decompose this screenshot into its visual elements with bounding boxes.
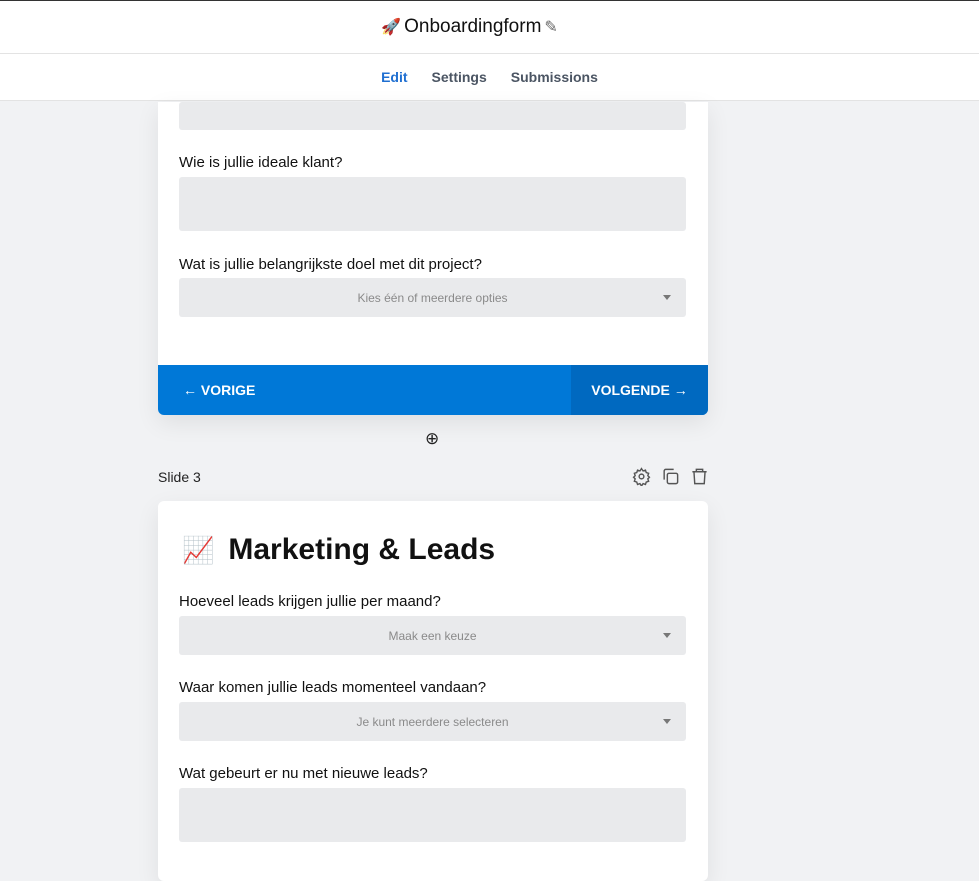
lead-source-select[interactable]: Je kunt meerdere selecteren (179, 702, 686, 741)
slide-nav: ← VORIGE VOLGENDE → (158, 365, 708, 415)
form-title[interactable]: 🚀 Onboardingform ✎ (381, 16, 558, 38)
slide-actions (632, 467, 709, 486)
select-placeholder: Kies één of meerdere opties (357, 290, 508, 305)
goal-select[interactable]: Kies één of meerdere opties (179, 278, 686, 317)
header: 🚀 Onboardingform ✎ (0, 1, 979, 54)
chevron-down-icon (663, 719, 671, 724)
question-label: Wat is jullie belangrijkste doel met dit… (179, 256, 482, 273)
question-label: Hoeveel leads krijgen jullie per maand? (179, 593, 441, 610)
slide-3-card: 📈 Marketing & Leads Hoeveel leads krijge… (158, 501, 708, 881)
tab-settings[interactable]: Settings (432, 69, 487, 85)
slide-label: Slide 3 (158, 469, 201, 485)
question-label: Wie is jullie ideale klant? (179, 154, 343, 171)
new-leads-textarea[interactable] (179, 788, 686, 842)
trash-icon[interactable] (690, 467, 709, 486)
question-label: Wat gebeurt er nu met nieuwe leads? (179, 765, 428, 782)
next-button[interactable]: VOLGENDE → (571, 365, 708, 415)
textarea-previous[interactable] (179, 102, 686, 130)
prev-button[interactable]: ← VORIGE (183, 382, 255, 398)
pencil-icon[interactable]: ✎ (544, 17, 557, 37)
form-title-text: Onboardingform (404, 16, 542, 37)
tab-submissions[interactable]: Submissions (511, 69, 598, 85)
add-slide-icon[interactable]: ⊕ (425, 429, 439, 449)
tab-bar: Edit Settings Submissions (0, 54, 979, 101)
duplicate-icon[interactable] (661, 467, 680, 486)
chart-increasing-icon: 📈 (182, 534, 215, 565)
ideal-customer-textarea[interactable] (179, 177, 686, 231)
slide-2-card: Wie is jullie ideale klant? Wat is julli… (158, 102, 708, 415)
select-placeholder: Maak een keuze (388, 628, 477, 643)
chevron-down-icon (663, 633, 671, 638)
leads-per-month-select[interactable]: Maak een keuze (179, 616, 686, 655)
select-placeholder: Je kunt meerdere selecteren (356, 714, 509, 729)
rocket-icon: 🚀 (381, 19, 402, 36)
chevron-down-icon (663, 295, 671, 300)
tab-edit[interactable]: Edit (381, 69, 407, 85)
slide-heading-text: Marketing & Leads (228, 533, 496, 566)
question-label: Waar komen jullie leads momenteel vandaa… (179, 679, 487, 696)
gear-icon[interactable] (632, 467, 651, 486)
slide-heading: 📈 Marketing & Leads (182, 533, 495, 567)
